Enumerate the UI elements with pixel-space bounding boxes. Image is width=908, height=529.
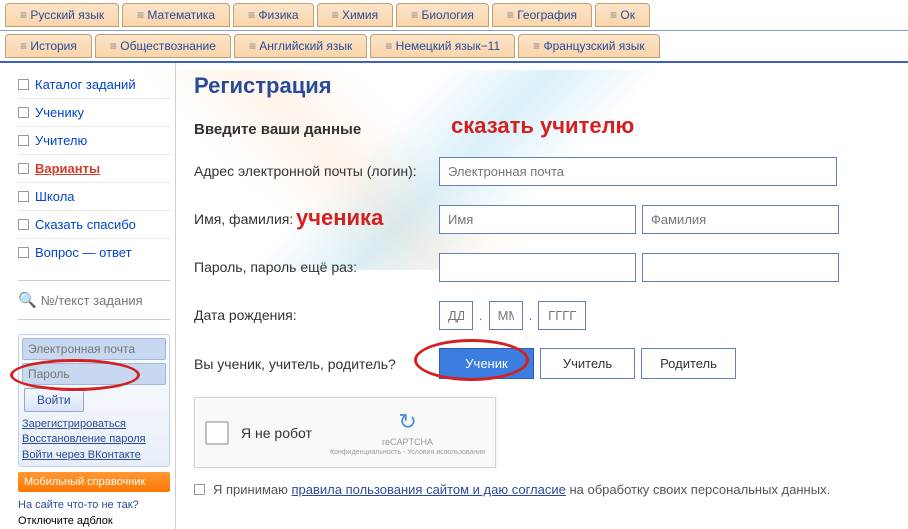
tab-partial[interactable]: Ок: [595, 3, 650, 27]
subject-tabs-row1: Русский язык Математика Физика Химия Био…: [0, 0, 908, 31]
password-input[interactable]: [439, 253, 636, 282]
tab-social[interactable]: Обществознание: [95, 34, 231, 58]
tab-french[interactable]: Французский язык: [518, 34, 660, 58]
sidebar-item-teacher[interactable]: Учителю: [18, 127, 170, 155]
dob-month-input[interactable]: [489, 301, 523, 330]
tab-english[interactable]: Английский язык: [234, 34, 367, 58]
checkbox-icon: [18, 247, 29, 258]
terms-link[interactable]: правила пользования сайтом и даю согласи…: [292, 482, 566, 497]
sidebar-item-catalog[interactable]: Каталог заданий: [18, 71, 170, 99]
sidebar-item-variants[interactable]: Варианты: [18, 155, 170, 183]
recaptcha-label: Я не робот: [241, 425, 318, 441]
checkbox-icon: [18, 107, 29, 118]
dob-label: Дата рождения:: [194, 307, 439, 323]
role-row: Вы ученик, учитель, родитель? Ученик Учи…: [194, 348, 893, 379]
sidebar: Каталог заданий Ученику Учителю Варианты…: [0, 63, 175, 529]
sidebar-item-qa[interactable]: Вопрос — ответ: [18, 239, 170, 266]
subject-tabs-row2: История Обществознание Английский язык Н…: [0, 31, 908, 63]
consent-checkbox[interactable]: [194, 484, 205, 495]
role-student-button[interactable]: Ученик: [439, 348, 534, 379]
tab-russian[interactable]: Русский язык: [5, 3, 119, 27]
email-input[interactable]: [439, 157, 837, 186]
role-label: Вы ученик, учитель, родитель?: [194, 356, 439, 372]
last-name-input[interactable]: [642, 205, 839, 234]
main-content: Регистрация Введите ваши данные сказать …: [175, 63, 908, 529]
sidebar-item-thanks[interactable]: Сказать спасибо: [18, 211, 170, 239]
search-input[interactable]: [41, 293, 171, 308]
login-password-input[interactable]: [22, 363, 166, 385]
dob-year-input[interactable]: [538, 301, 586, 330]
password-label: Пароль, пароль ещё раз:: [194, 259, 439, 275]
vk-login-link[interactable]: Войти через ВКонтакте: [22, 448, 166, 463]
login-email-input[interactable]: [22, 338, 166, 360]
password-confirm-input[interactable]: [642, 253, 839, 282]
role-teacher-button[interactable]: Учитель: [540, 348, 635, 379]
sidebar-item-student[interactable]: Ученику: [18, 99, 170, 127]
tab-chemistry[interactable]: Химия: [317, 3, 394, 27]
recaptcha-logo: ↻ reCAPTCHA Конфиденциальность - Условия…: [330, 408, 485, 457]
checkbox-icon: [18, 135, 29, 146]
tab-math[interactable]: Математика: [122, 3, 230, 27]
name-row: Имя, фамилия:: [194, 204, 893, 234]
checkbox-icon: [18, 79, 29, 90]
sidebar-item-school[interactable]: Школа: [18, 183, 170, 211]
login-panel: Войти Зарегистрироваться Восстановление …: [18, 334, 170, 467]
tab-history[interactable]: История: [5, 34, 92, 58]
search-icon: 🔍: [18, 291, 37, 309]
tab-german[interactable]: Немецкий язык−11: [370, 34, 515, 58]
checkbox-icon: [18, 163, 29, 174]
dob-row: Дата рождения: . .: [194, 300, 893, 330]
checkbox-icon: [18, 191, 29, 202]
page-title: Регистрация: [194, 73, 893, 99]
email-row: Адрес электронной почты (логин):: [194, 156, 893, 186]
tab-geography[interactable]: География: [492, 3, 592, 27]
recaptcha-checkbox[interactable]: [205, 421, 229, 445]
role-parent-button[interactable]: Родитель: [641, 348, 736, 379]
first-name-input[interactable]: [439, 205, 636, 234]
search-box: 🔍: [18, 280, 170, 309]
section-label: Введите ваши данные: [194, 121, 893, 138]
register-link[interactable]: Зарегистрироваться: [22, 417, 166, 432]
name-label: Имя, фамилия:: [194, 211, 439, 227]
recaptcha-icon: ↻: [330, 408, 485, 437]
footer-text: На сайте что-то не так? Отключите адблок: [18, 498, 170, 529]
recaptcha[interactable]: Я не робот ↻ reCAPTCHA Конфиденциальност…: [194, 397, 496, 468]
tab-biology[interactable]: Биология: [396, 3, 489, 27]
restore-password-link[interactable]: Восстановление пароля: [22, 432, 166, 447]
mobile-reference-button[interactable]: Мобильный справочник: [18, 472, 170, 492]
checkbox-icon: [18, 219, 29, 230]
login-button[interactable]: Войти: [24, 388, 84, 412]
dob-day-input[interactable]: [439, 301, 473, 330]
tab-physics[interactable]: Физика: [233, 3, 314, 27]
consent-row: Я принимаю правила пользования сайтом и …: [194, 482, 893, 497]
password-row: Пароль, пароль ещё раз:: [194, 252, 893, 282]
site-issue-link[interactable]: На сайте что-то не так?: [18, 499, 139, 511]
email-label: Адрес электронной почты (логин):: [194, 163, 439, 179]
